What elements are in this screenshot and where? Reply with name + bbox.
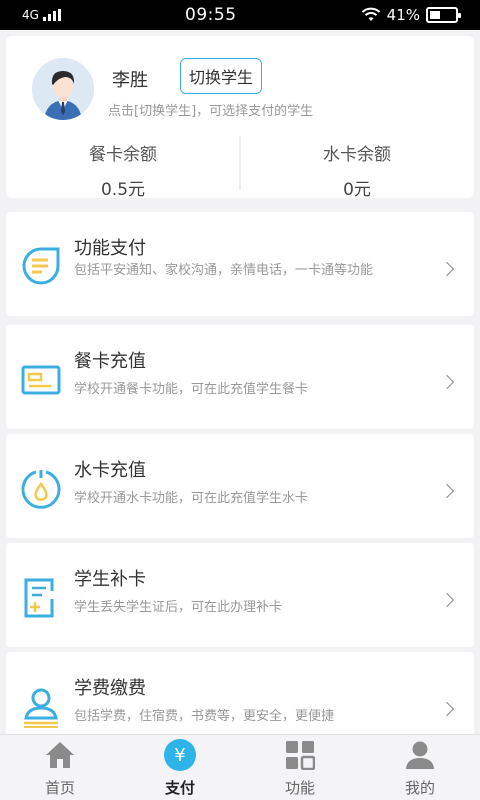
status-right: 41% <box>361 6 461 24</box>
replace-card-icon <box>24 578 54 618</box>
yuan-icon: ¥ <box>164 739 196 771</box>
nav-functions[interactable]: 功能 <box>240 735 360 800</box>
nav-functions-label: 功能 <box>284 779 315 797</box>
student-name: 李胜 <box>112 70 148 91</box>
student-avatar <box>32 58 94 120</box>
menu-title: 餐卡充值 <box>74 351 146 372</box>
home-icon <box>44 739 76 771</box>
card-icon <box>21 365 61 395</box>
chevron-right-icon <box>439 483 455 499</box>
menu-title: 功能支付 <box>74 238 146 259</box>
status-bar: 4G 09:55 41% <box>0 0 480 30</box>
chevron-right-icon <box>439 701 455 717</box>
menu-item-function-pay[interactable]: 功能支付 包括平安通知、家校沟通，亲情电话，一卡通等功能 <box>6 212 474 316</box>
student-profile-card: 李胜 切换学生 点击[切换学生]，可选择支付的学生 餐卡余额 0.5元 水卡余额… <box>6 36 474 200</box>
nav-pay-label: 支付 <box>164 779 195 797</box>
menu-title: 水卡充值 <box>74 460 146 481</box>
meal-balance-label: 餐卡余额 <box>89 145 157 165</box>
document-lines-icon <box>22 247 60 285</box>
chevron-right-icon <box>439 261 455 277</box>
avatar-illustration <box>32 58 94 120</box>
nav-mine-label: 我的 <box>404 779 435 797</box>
grid-icon <box>284 739 316 771</box>
bottom-nav: 首页 ¥ 支付 功能 我的 <box>0 734 480 800</box>
menu-item-meal-recharge[interactable]: 餐卡充值 学校开通餐卡功能，可在此充值学生餐卡 <box>6 325 474 429</box>
nav-home[interactable]: 首页 <box>0 735 120 800</box>
menu-desc: 学生丢失学生证后，可在此办理补卡 <box>74 600 283 615</box>
nav-pay[interactable]: ¥ 支付 <box>120 735 240 800</box>
menu-desc: 包括平安通知、家校沟通，亲情电话，一卡通等功能 <box>74 263 374 278</box>
menu-item-card-replacement[interactable]: 学生补卡 学生丢失学生证后，可在此办理补卡 <box>6 543 474 647</box>
wifi-icon <box>361 7 380 21</box>
water-balance[interactable]: 水卡余额 0元 <box>240 136 474 200</box>
nav-mine[interactable]: 我的 <box>360 735 480 800</box>
switch-student-button[interactable]: 切换学生 <box>180 58 262 94</box>
status-time: 09:55 <box>185 5 237 25</box>
nav-home-label: 首页 <box>44 779 75 797</box>
tuition-user-icon <box>24 688 58 728</box>
chevron-right-icon <box>439 592 455 608</box>
meal-balance-value: 0.5元 <box>100 180 146 200</box>
menu-item-water-recharge[interactable]: 水卡充值 学校开通水卡功能，可在此充值学生水卡 <box>6 434 474 538</box>
menu-desc: 学校开通水卡功能，可在此充值学生水卡 <box>74 491 309 506</box>
menu-desc: 学校开通餐卡功能，可在此充值学生餐卡 <box>74 382 309 397</box>
menu-title: 学生补卡 <box>74 569 146 590</box>
menu-desc: 包括学费，住宿费，书费等，更安全，更便捷 <box>74 709 335 724</box>
battery-percent: 41% <box>386 6 420 24</box>
water-drop-icon <box>21 470 61 509</box>
menu-title: 学费缴费 <box>74 678 146 699</box>
chevron-right-icon <box>439 374 455 390</box>
water-balance-label: 水卡余额 <box>323 145 391 165</box>
network-type: 4G <box>22 8 39 22</box>
water-balance-value: 0元 <box>343 180 371 200</box>
signal-area: 4G <box>22 8 61 22</box>
battery-icon <box>426 7 461 23</box>
meal-balance[interactable]: 餐卡余额 0.5元 <box>6 136 240 200</box>
signal-icon <box>42 9 61 21</box>
pay-symbol: ¥ <box>164 739 196 771</box>
switch-hint: 点击[切换学生]，可选择支付的学生 <box>108 104 314 119</box>
user-icon <box>404 739 436 771</box>
